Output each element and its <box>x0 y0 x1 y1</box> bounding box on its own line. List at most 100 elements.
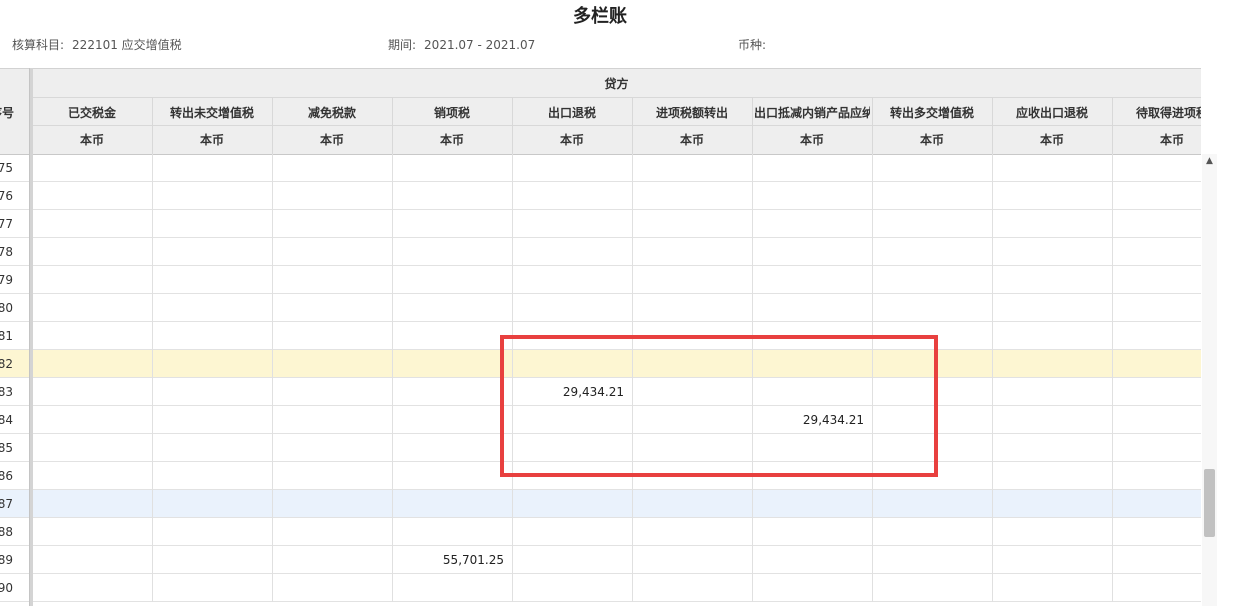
table-row[interactable]: 75 <box>0 154 1201 182</box>
table-cell[interactable] <box>32 182 152 210</box>
table-cell[interactable] <box>992 546 1112 574</box>
table-cell[interactable] <box>272 294 392 322</box>
table-cell[interactable] <box>152 518 272 546</box>
table-cell[interactable] <box>992 266 1112 294</box>
table-cell[interactable] <box>872 210 992 238</box>
table-cell[interactable] <box>32 378 152 406</box>
table-cell[interactable] <box>32 490 152 518</box>
table-cell[interactable] <box>872 182 992 210</box>
table-cell[interactable] <box>512 154 632 182</box>
table-cell[interactable] <box>992 434 1112 462</box>
table-cell[interactable] <box>992 322 1112 350</box>
table-cell[interactable] <box>392 518 512 546</box>
table-cell[interactable] <box>1112 462 1201 490</box>
table-cell[interactable] <box>272 210 392 238</box>
table-cell[interactable] <box>392 350 512 378</box>
table-row[interactable]: 77 <box>0 210 1201 238</box>
table-row[interactable]: 90 <box>0 574 1201 602</box>
table-cell[interactable] <box>632 490 752 518</box>
table-cell[interactable] <box>992 294 1112 322</box>
table-cell[interactable] <box>632 546 752 574</box>
table-cell[interactable] <box>512 546 632 574</box>
table-cell[interactable] <box>272 574 392 602</box>
column-header[interactable]: 转出未交增值税 <box>154 103 270 123</box>
table-cell[interactable] <box>32 406 152 434</box>
table-cell[interactable] <box>152 434 272 462</box>
table-cell[interactable] <box>1112 434 1201 462</box>
table-cell[interactable] <box>992 210 1112 238</box>
table-cell[interactable] <box>992 182 1112 210</box>
table-cell[interactable] <box>392 238 512 266</box>
column-header[interactable]: 进项税额转出 <box>634 103 750 123</box>
table-cell[interactable] <box>872 490 992 518</box>
table-cell[interactable] <box>272 350 392 378</box>
table-cell[interactable] <box>752 182 872 210</box>
table-cell[interactable] <box>872 518 992 546</box>
table-cell[interactable] <box>512 238 632 266</box>
table-cell[interactable] <box>392 490 512 518</box>
table-cell[interactable] <box>392 574 512 602</box>
table-cell[interactable] <box>752 210 872 238</box>
table-cell[interactable] <box>752 154 872 182</box>
table-cell[interactable] <box>992 406 1112 434</box>
table-cell[interactable] <box>152 378 272 406</box>
table-cell[interactable] <box>872 238 992 266</box>
table-cell[interactable] <box>32 546 152 574</box>
table-cell[interactable] <box>32 294 152 322</box>
table-cell[interactable] <box>392 294 512 322</box>
table-cell[interactable] <box>752 546 872 574</box>
table-cell[interactable] <box>992 462 1112 490</box>
frozen-column-divider[interactable] <box>29 68 33 606</box>
table-row[interactable]: 87 <box>0 490 1201 518</box>
table-row[interactable]: 89 55,701.25 <box>0 546 1201 574</box>
table-cell[interactable] <box>632 294 752 322</box>
table-cell[interactable] <box>512 266 632 294</box>
table-row[interactable]: 79 <box>0 266 1201 294</box>
table-cell[interactable] <box>992 574 1112 602</box>
table-cell[interactable] <box>272 518 392 546</box>
column-header[interactable]: 应收出口退税 <box>994 103 1110 123</box>
table-cell[interactable] <box>32 350 152 378</box>
table-cell[interactable] <box>752 518 872 546</box>
scroll-thumb[interactable] <box>1204 469 1215 537</box>
table-cell[interactable] <box>512 210 632 238</box>
table-cell[interactable] <box>752 490 872 518</box>
column-header[interactable]: 出口抵减内销产品应纳税额 <box>754 103 870 123</box>
table-cell[interactable] <box>992 154 1112 182</box>
table-cell[interactable] <box>632 518 752 546</box>
table-cell[interactable] <box>1112 154 1201 182</box>
table-cell[interactable] <box>1112 574 1201 602</box>
table-cell[interactable] <box>872 574 992 602</box>
table-cell[interactable] <box>1112 182 1201 210</box>
table-cell[interactable] <box>1112 490 1201 518</box>
table-cell[interactable] <box>392 154 512 182</box>
table-cell[interactable] <box>272 154 392 182</box>
table-cell[interactable] <box>152 462 272 490</box>
table-cell[interactable] <box>272 462 392 490</box>
table-cell[interactable] <box>512 518 632 546</box>
table-cell[interactable] <box>992 378 1112 406</box>
table-cell[interactable] <box>32 238 152 266</box>
table-cell[interactable]: 55,701.25 <box>392 546 512 574</box>
table-cell[interactable] <box>272 378 392 406</box>
table-cell[interactable] <box>632 266 752 294</box>
column-header[interactable]: 减免税款 <box>274 103 390 123</box>
table-cell[interactable] <box>152 406 272 434</box>
table-cell[interactable] <box>272 266 392 294</box>
table-cell[interactable] <box>152 574 272 602</box>
table-cell[interactable] <box>152 490 272 518</box>
table-cell[interactable] <box>1112 266 1201 294</box>
table-cell[interactable] <box>872 294 992 322</box>
column-header[interactable]: 出口退税 <box>514 103 630 123</box>
column-header[interactable]: 已交税金 <box>34 103 150 123</box>
table-cell[interactable] <box>992 350 1112 378</box>
vertical-scrollbar[interactable]: ▲ <box>1202 154 1217 606</box>
table-cell[interactable] <box>1112 294 1201 322</box>
table-cell[interactable] <box>32 154 152 182</box>
column-header[interactable]: 转出多交增值税 <box>874 103 990 123</box>
column-header[interactable]: 销项税 <box>394 103 510 123</box>
table-cell[interactable] <box>272 182 392 210</box>
table-cell[interactable] <box>992 490 1112 518</box>
table-cell[interactable] <box>392 322 512 350</box>
table-cell[interactable] <box>392 210 512 238</box>
